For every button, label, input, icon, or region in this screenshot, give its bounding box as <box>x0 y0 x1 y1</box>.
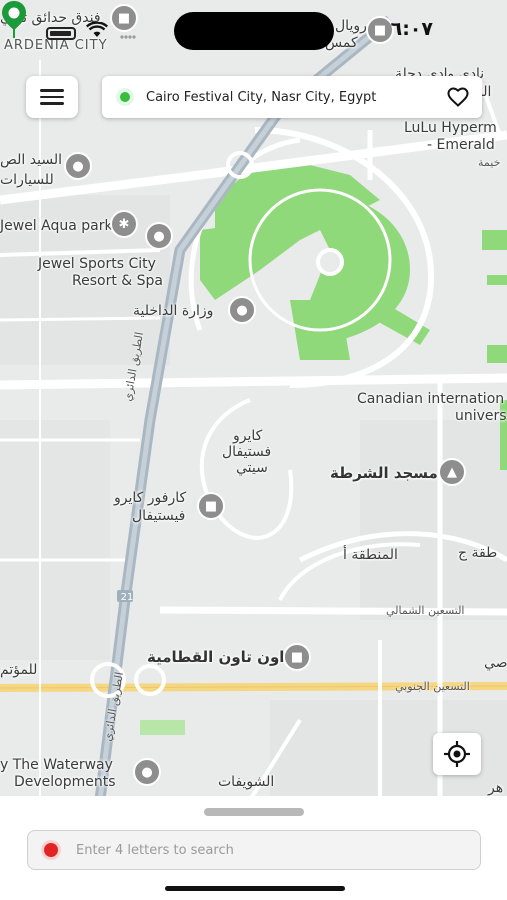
map-label-north-90: التسعين الشمالي <box>386 604 465 617</box>
pin-poi-icon[interactable]: ● <box>228 296 256 324</box>
map-label-south-90: التسعين الجنوبي <box>395 680 470 693</box>
map-label-cairo-festival-1: كايرو <box>233 428 263 444</box>
map-label-carrefour-1: كارفور كايرو <box>114 490 187 506</box>
hamburger-icon <box>40 102 64 105</box>
road-shield-21: 21 <box>120 592 134 603</box>
map-label-waterway-2: Developments <box>14 774 116 790</box>
heart-icon[interactable] <box>446 85 470 109</box>
hamburger-icon <box>40 89 64 92</box>
shopping-bag-icon[interactable]: ■ <box>283 643 311 671</box>
dynamic-island <box>174 12 334 50</box>
map-label-cairo-festival-3: سيتي <box>236 460 268 476</box>
map-label-ahr: هر <box>488 780 504 796</box>
pickup-dot-icon <box>118 90 132 104</box>
map-label-interior: وزارة الداخلية <box>133 303 214 319</box>
map-label-emerald: - Emerald <box>427 137 495 153</box>
pin-poi-icon[interactable]: ● <box>133 758 161 786</box>
map-label-qattamia: داون تاون القطامية <box>147 648 293 666</box>
map-label-jewel-sports-1: Jewel Sports City <box>38 256 156 272</box>
hamburger-icon <box>40 95 64 99</box>
locate-me-button[interactable] <box>433 733 481 775</box>
map-label-area-a: المنطقة أ <box>343 547 398 563</box>
map-label-sayed: السيد الص <box>0 152 62 168</box>
status-bar: ٦:٠٧ <box>0 0 507 60</box>
map-label-carrefour-2: فيستيفال <box>132 508 186 524</box>
map-label-shuwaifat: الشويفات <box>218 774 275 790</box>
map-view[interactable]: فندق حدائق تولي ARDENIA CITY رويال كمس ن… <box>0 0 507 800</box>
menu-button[interactable] <box>26 76 78 118</box>
park-poi-icon[interactable]: ✱ <box>110 210 138 238</box>
map-label-shaw: صي <box>484 655 507 671</box>
map-label-canadian-1: Canadian internation <box>357 391 505 407</box>
map-label-police-mosque: مسجد الشرطة <box>330 464 438 482</box>
map-label-aqua: Jewel Aqua park <box>0 218 113 234</box>
map-label-conf: للمؤتم <box>0 662 38 678</box>
pickup-address-bar[interactable]: Cairo Festival City, Nasr City, Egypt <box>102 76 482 118</box>
destination-search-bar[interactable] <box>27 830 481 870</box>
map-label-waterway-1: y The Waterway <box>0 757 113 773</box>
activity-poi-icon[interactable]: ● <box>145 222 173 250</box>
shopping-cart-icon[interactable]: ■ <box>197 492 225 520</box>
home-indicator[interactable] <box>165 886 345 891</box>
map-label-cars: للسيارات <box>0 172 54 188</box>
wifi-icon <box>85 21 109 42</box>
map-label-area-j: طقة ج <box>458 545 498 561</box>
mosque-poi-icon[interactable]: ▲ <box>438 458 466 486</box>
signal-icon <box>120 35 136 39</box>
map-label-lulu: LuLu Hyperm <box>404 120 497 136</box>
crosshair-icon <box>444 741 470 767</box>
map-label-jewel-sports-2: Resort & Spa <box>72 273 163 289</box>
map-label-khima: خيمة <box>478 156 501 169</box>
destination-dot-icon <box>44 843 58 857</box>
pin-poi-icon[interactable]: ● <box>64 152 92 180</box>
battery-icon <box>46 27 76 40</box>
map-label-canadian-2: univers <box>455 408 507 424</box>
map-label-cairo-festival-2: فستيفال <box>222 444 272 460</box>
pickup-address-text: Cairo Festival City, Nasr City, Egypt <box>146 89 377 105</box>
status-time: ٦:٠٧ <box>390 18 433 40</box>
sheet-drag-handle[interactable] <box>204 808 304 816</box>
destination-search-input[interactable] <box>74 841 438 859</box>
